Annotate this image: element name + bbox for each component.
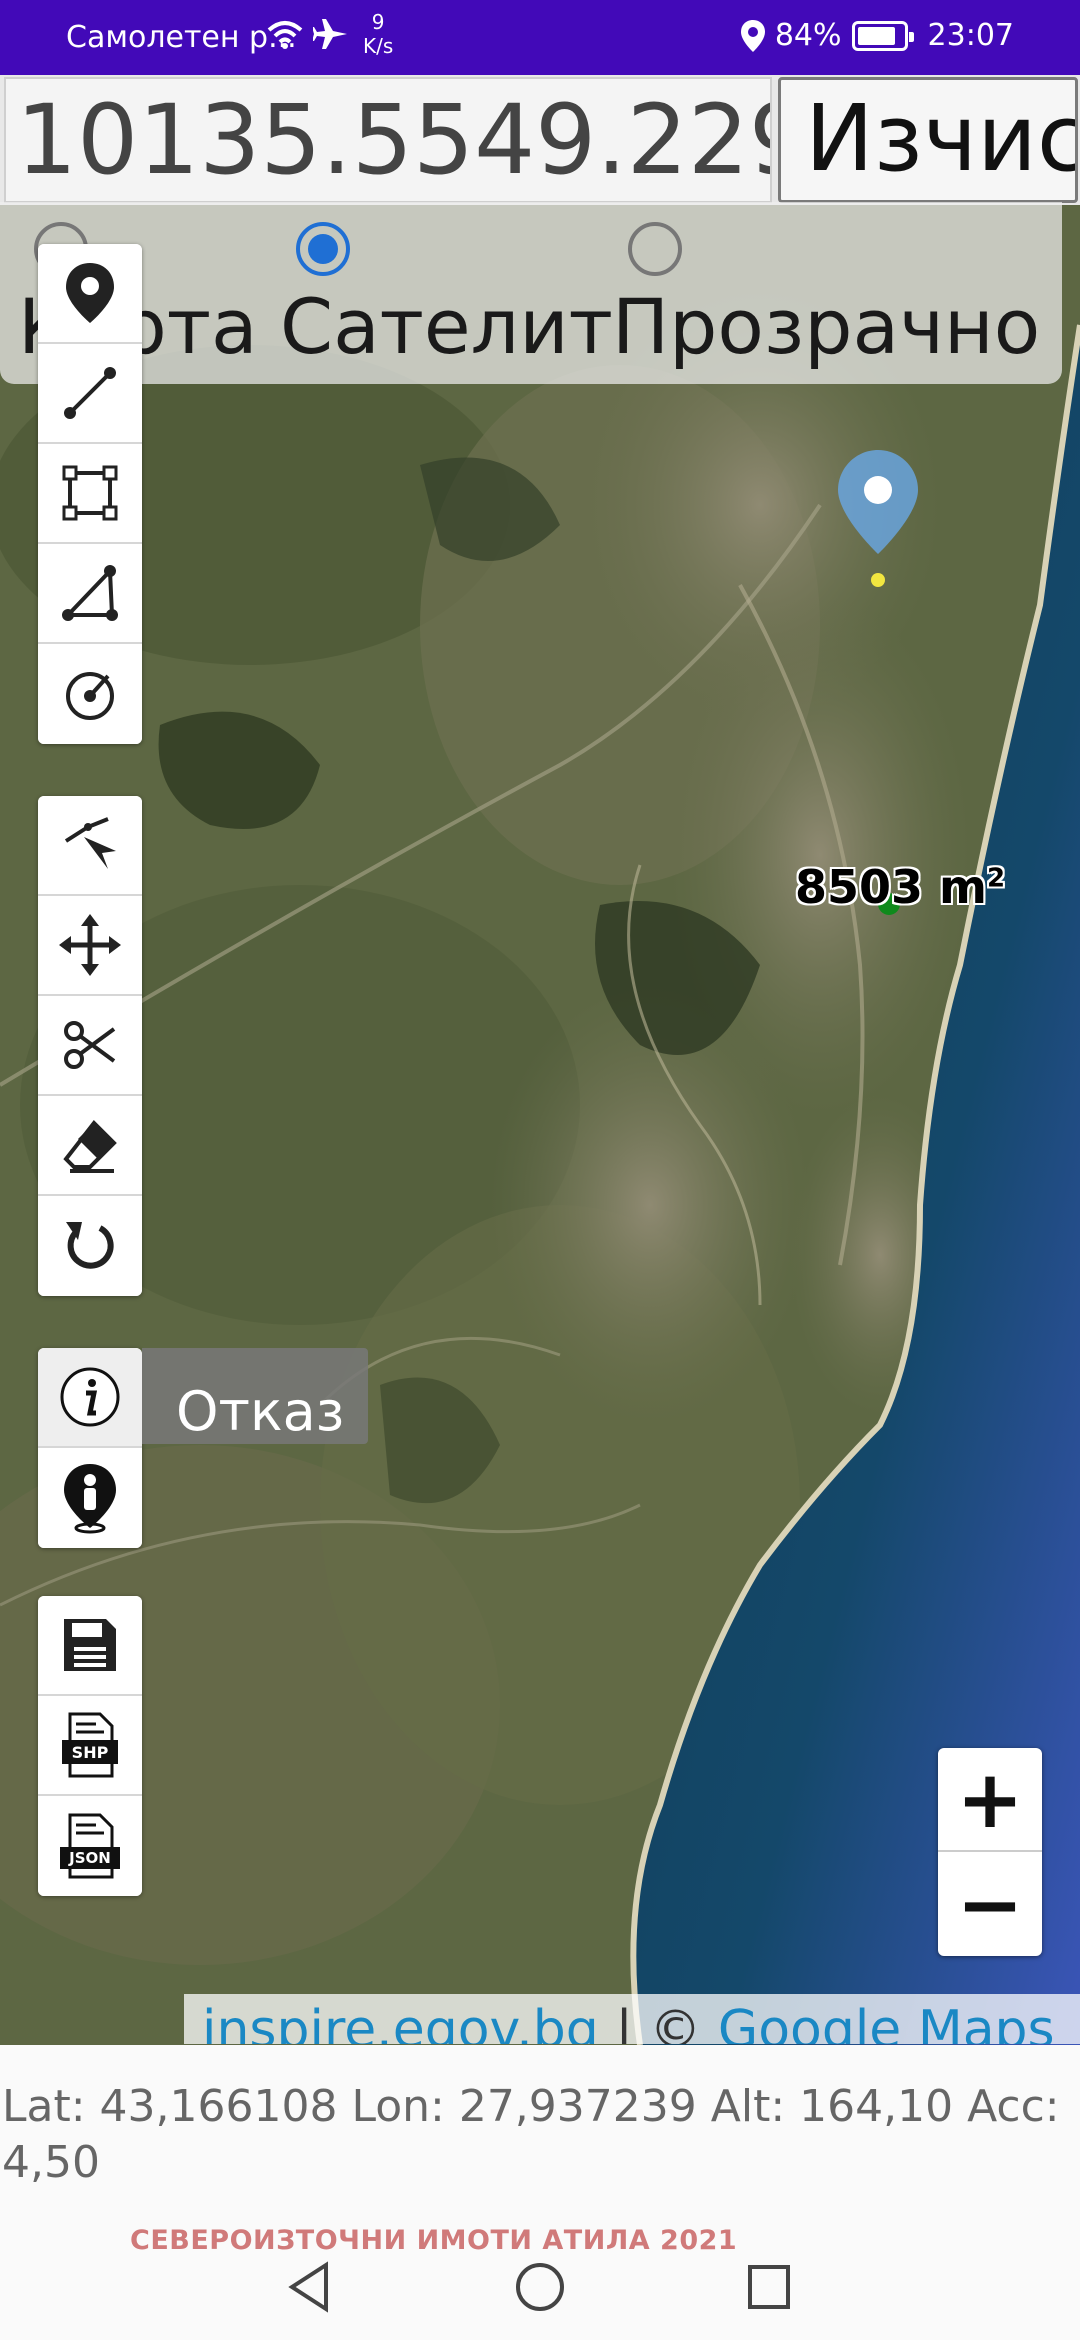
status-bar: Самолетен р... 9 K/s 84% 23:07 (0, 0, 1080, 75)
marker-icon (66, 263, 114, 323)
map-view[interactable] (0, 205, 1080, 2045)
line-tool-button[interactable] (38, 344, 142, 444)
polygon-tool-button[interactable] (38, 444, 142, 544)
back-icon[interactable] (284, 2259, 334, 2315)
marker-tool-button[interactable] (38, 244, 142, 344)
network-speed: 9 K/s (363, 10, 393, 58)
cut-tool-button[interactable] (38, 996, 142, 1096)
person-location-icon (64, 1464, 116, 1534)
carrier-name: Самолетен р... (66, 20, 297, 55)
draw-toolbar (38, 244, 142, 744)
system-nav-bar (0, 2255, 1080, 2340)
current-location-marker (838, 450, 918, 587)
select-tool-button[interactable] (38, 796, 142, 896)
edit-toolbar (38, 796, 142, 1296)
attribution-link-google[interactable]: Google Maps (718, 2000, 1055, 2044)
person-location-tool-button[interactable] (38, 1448, 142, 1548)
clock: 23:07 (927, 18, 1014, 53)
status-icons: 9 K/s (265, 10, 393, 58)
undo-icon (66, 1222, 114, 1269)
home-icon[interactable] (514, 2259, 566, 2315)
recents-icon[interactable] (744, 2259, 794, 2315)
attribution-link-inspire[interactable]: inspire.egov.bg (202, 2000, 599, 2044)
undo-tool-button[interactable] (38, 1196, 142, 1296)
coordinate-input[interactable]: 10135.5549.2291 (4, 77, 772, 203)
cancel-button[interactable]: Отказ (142, 1348, 368, 1444)
svg-text:JSON: JSON (68, 1849, 111, 1867)
zoom-controls: + − (938, 1748, 1042, 1956)
circle-icon (66, 672, 114, 720)
map-type-option-transparent[interactable]: Прозрачно (610, 202, 1062, 384)
bottom-panel: Lat: 43,166108 Lon: 27,937239 Alt: 164,1… (0, 2045, 1080, 2340)
eraser-tool-button[interactable] (38, 1096, 142, 1196)
area-unit-exponent: 2 (986, 863, 1006, 894)
json-export-icon: JSON (60, 1813, 120, 1879)
speed-unit: K/s (363, 34, 394, 58)
area-measurement-label: 8503 m2 (795, 860, 1005, 914)
svg-text:SHP: SHP (72, 1743, 109, 1762)
move-icon (59, 914, 121, 976)
radio-label: Прозрачно (612, 282, 1041, 371)
battery-percent: 84% (774, 18, 842, 53)
move-tool-button[interactable] (38, 896, 142, 996)
angle-icon (62, 565, 118, 621)
map-attribution: inspire.egov.bg | © Google Maps (184, 1994, 1080, 2044)
info-tool-button[interactable] (38, 1348, 142, 1448)
map-type-selector: Карта Сателит Прозрачно (0, 202, 1062, 384)
shp-export-button[interactable]: SHP (38, 1696, 142, 1796)
save-icon (64, 1619, 116, 1671)
info-toolbar (38, 1348, 142, 1548)
cut-icon (64, 1021, 116, 1069)
line-icon (64, 367, 116, 419)
polygon-icon (62, 465, 118, 521)
status-right: 84% 23:07 (740, 18, 1014, 53)
wifi-icon (267, 21, 303, 49)
attribution-separator: | © (598, 2000, 718, 2044)
speed-value: 9 (371, 10, 385, 34)
battery-icon (851, 20, 914, 51)
angle-tool-button[interactable] (38, 544, 142, 644)
top-row: 10135.5549.2291 Изчис (0, 75, 1080, 205)
map-type-option-satellite[interactable]: Сателит (270, 202, 613, 384)
circle-tool-button[interactable] (38, 644, 142, 744)
airplane-icon (313, 19, 347, 49)
brand-footer: СЕВЕРОИЗТОЧНИ ИМОТИ АТИЛА 2021 (130, 2225, 738, 2256)
info-icon (60, 1367, 120, 1427)
json-export-button[interactable]: JSON (38, 1796, 142, 1896)
gps-info-text: Lat: 43,166108 Lon: 27,937239 Alt: 164,1… (2, 2081, 1060, 2188)
area-value: 8503 m (795, 860, 987, 914)
zoom-in-button[interactable]: + (938, 1748, 1042, 1852)
satellite-imagery (0, 205, 1080, 2045)
shp-export-icon: SHP (62, 1712, 118, 1778)
radio-button[interactable] (296, 222, 350, 276)
save-tool-button[interactable] (38, 1596, 142, 1696)
radio-button[interactable] (628, 222, 682, 276)
location-icon (740, 19, 765, 52)
select-icon (64, 817, 116, 869)
file-toolbar: SHP JSON (38, 1596, 142, 1896)
calculate-button[interactable]: Изчис (778, 77, 1078, 203)
eraser-icon (63, 1119, 117, 1173)
radio-label: Сателит (280, 282, 613, 371)
zoom-out-button[interactable]: − (938, 1852, 1042, 1956)
